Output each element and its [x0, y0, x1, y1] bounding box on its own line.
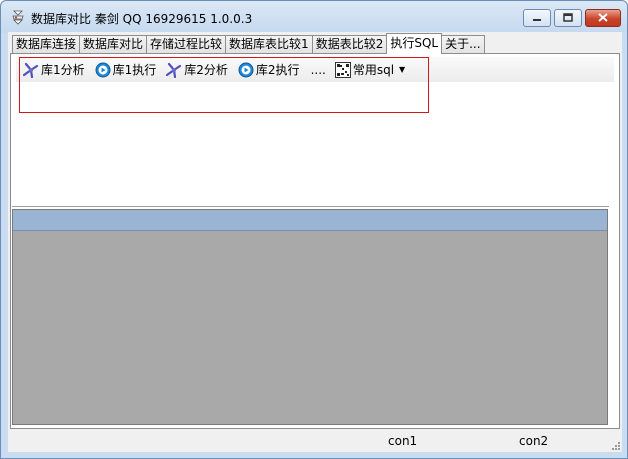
maximize-icon [563, 11, 573, 25]
maximize-button[interactable] [554, 9, 582, 27]
tab-execute-sql[interactable]: 执行SQL [386, 33, 443, 54]
more-button[interactable]: .... [307, 63, 330, 77]
resize-grip-icon[interactable] [610, 439, 620, 450]
execute-icon [95, 62, 111, 78]
tab-table-compare-1[interactable]: 数据库表比较1 [225, 35, 313, 54]
minimize-button[interactable] [523, 9, 551, 27]
common-sql-dropdown[interactable]: 常用sql ▼ [332, 59, 408, 81]
sql-grid-icon [334, 61, 351, 78]
main-window: 数据库对比 秦剑 QQ 16929615 1.0.0.3 数据库连接 数据库对比… [0, 0, 628, 459]
db1-execute-label: 库1执行 [112, 63, 157, 77]
tab-db-compare[interactable]: 数据库对比 [79, 35, 148, 54]
db1-analyze-button[interactable]: 库1分析 [20, 59, 88, 81]
sql-editor[interactable] [12, 83, 609, 206]
db2-execute-button[interactable]: 库2执行 [235, 59, 303, 81]
tab-proc-compare[interactable]: 存储过程比较 [146, 35, 227, 54]
db1-analyze-label: 库1分析 [41, 63, 85, 77]
tab-about[interactable]: 关于... [441, 35, 485, 54]
grid-header [13, 210, 607, 231]
execute-sql-page: 库1分析 库1执行 库2分析 库2执行 .... 常用sql ▼ [10, 53, 620, 429]
tab-strip: 数据库连接 数据库对比 存储过程比较 数据库表比较1 数据表比较2 执行SQL … [12, 33, 485, 54]
splitter[interactable] [12, 206, 609, 207]
minimize-icon [532, 11, 542, 25]
db2-execute-label: 库2执行 [255, 63, 300, 77]
toolbar: 库1分析 库1执行 库2分析 库2执行 .... 常用sql ▼ [16, 57, 614, 82]
window-title: 数据库对比 秦剑 QQ 16929615 1.0.0.3 [31, 12, 253, 26]
close-icon [598, 11, 608, 25]
execute-icon [238, 62, 254, 78]
tab-table-compare-2[interactable]: 数据表比较2 [311, 35, 388, 54]
analyze-icon [22, 62, 39, 78]
title-bar[interactable]: 数据库对比 秦剑 QQ 16929615 1.0.0.3 [1, 1, 627, 33]
tab-db-connect[interactable]: 数据库连接 [12, 35, 81, 54]
status-con2: con2 [519, 434, 549, 448]
close-button[interactable] [585, 9, 621, 27]
db2-analyze-label: 库2分析 [184, 63, 228, 77]
status-con1: con1 [388, 434, 418, 448]
db2-analyze-button[interactable]: 库2分析 [163, 59, 231, 81]
database-compare-icon [11, 10, 25, 25]
result-grid[interactable] [12, 209, 608, 425]
status-bar: con1 con2 [8, 430, 622, 452]
common-sql-label: 常用sql [352, 63, 395, 77]
analyze-icon [166, 62, 182, 78]
chevron-down-icon: ▼ [399, 65, 406, 74]
client-area: 数据库连接 数据库对比 存储过程比较 数据库表比较1 数据表比较2 执行SQL … [8, 32, 622, 452]
db1-execute-button[interactable]: 库1执行 [92, 59, 160, 81]
